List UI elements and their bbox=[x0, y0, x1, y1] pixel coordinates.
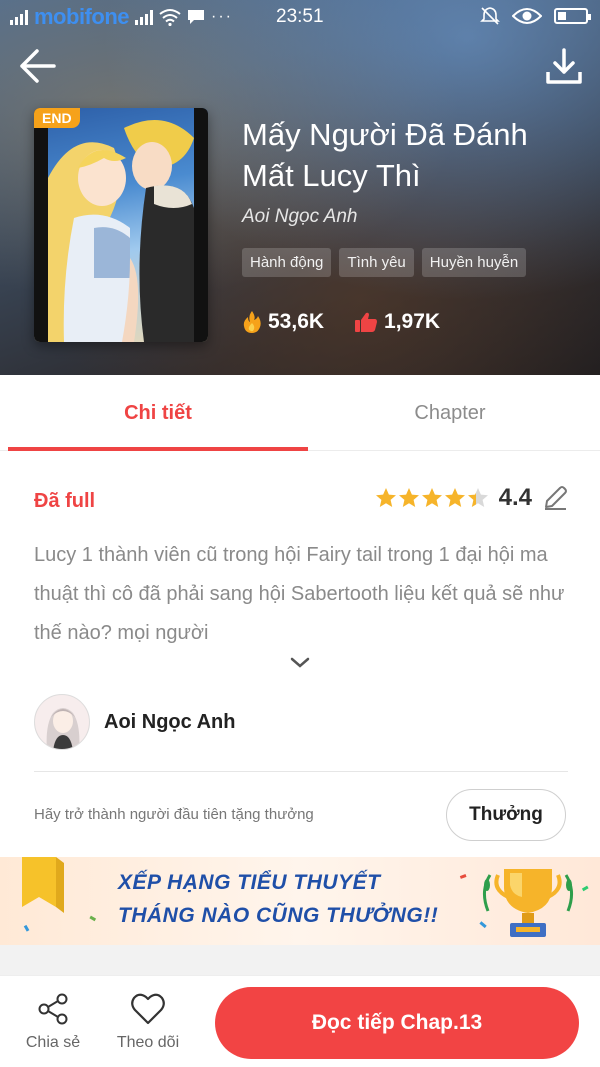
genre-tag[interactable]: Hành động bbox=[242, 248, 332, 277]
signal-icon-2 bbox=[135, 9, 153, 25]
story-author[interactable]: Aoi Ngọc Anh bbox=[242, 206, 357, 228]
reward-prompt: Hãy trở thành người đầu tiên tặng thưởng bbox=[34, 806, 314, 823]
story-stats: 53,6K 1,97K bbox=[242, 310, 440, 334]
views-stat: 53,6K bbox=[242, 310, 324, 334]
fire-icon bbox=[243, 311, 261, 333]
heart-icon bbox=[131, 993, 165, 1025]
genre-tags: Hành động Tình yêu Huyền huyễn bbox=[242, 248, 527, 277]
views-count: 53,6K bbox=[268, 310, 325, 333]
status-bar: mobifone ··· 23:51 bbox=[0, 0, 600, 34]
carrier-name: mobifone bbox=[34, 4, 130, 29]
cover-illustration bbox=[34, 108, 208, 342]
end-badge: END bbox=[34, 108, 80, 128]
story-title: Mấy Người Đã Đánh Mất Lucy Thì bbox=[242, 117, 528, 193]
rating: 4.4 bbox=[375, 484, 568, 512]
clock: 23:51 bbox=[276, 6, 324, 27]
rating-value: 4.4 bbox=[498, 484, 532, 511]
rating-stars bbox=[375, 487, 489, 509]
more-notifications: ··· bbox=[211, 8, 233, 25]
star-icon bbox=[398, 488, 419, 507]
wifi-icon bbox=[159, 9, 181, 26]
share-label: Chia sẻ bbox=[25, 1034, 81, 1051]
signal-icon bbox=[10, 9, 28, 25]
reward-button[interactable]: Thưởng bbox=[446, 789, 566, 841]
mute-icon bbox=[480, 7, 500, 25]
tab-bar: Chi tiết Chapter bbox=[0, 375, 600, 451]
tab-chapter[interactable]: Chapter bbox=[300, 375, 600, 451]
story-header: mobifone ··· 23:51 END Mấy Người Đã Đánh… bbox=[0, 0, 600, 375]
follow-button[interactable]: Theo dõi bbox=[113, 992, 183, 1052]
banner-subline: THÁNG NÀO CŨNG THƯỞNG!! bbox=[118, 904, 439, 927]
author-row[interactable]: Aoi Ngọc Anh bbox=[34, 694, 235, 750]
completion-status: Đã full bbox=[34, 490, 96, 512]
share-icon bbox=[38, 993, 68, 1025]
star-icon bbox=[421, 488, 442, 507]
tab-detail[interactable]: Chi tiết bbox=[8, 375, 308, 451]
follow-label: Theo dõi bbox=[116, 1034, 180, 1051]
message-icon bbox=[188, 10, 204, 24]
download-button[interactable] bbox=[544, 46, 584, 86]
thumbs-up-icon bbox=[355, 312, 378, 332]
continue-reading-button[interactable]: Đọc tiếp Chap.13 bbox=[215, 987, 579, 1059]
chevron-down-icon bbox=[290, 657, 310, 668]
star-icon bbox=[375, 488, 396, 507]
banner-headline: XẾP HẠNG TIỂU THUYẾT bbox=[118, 871, 381, 894]
story-cover[interactable]: END bbox=[34, 108, 208, 342]
edit-rating-icon[interactable] bbox=[542, 485, 568, 511]
genre-tag[interactable]: Huyền huyễn bbox=[421, 248, 527, 277]
star-icon bbox=[444, 488, 465, 507]
genre-tag[interactable]: Tình yêu bbox=[339, 248, 414, 277]
avatar-image bbox=[35, 695, 89, 749]
divider bbox=[34, 771, 568, 772]
section-separator bbox=[0, 945, 600, 975]
avatar bbox=[34, 694, 90, 750]
expand-description-button[interactable] bbox=[288, 655, 312, 671]
back-button[interactable] bbox=[16, 46, 60, 86]
star-icon bbox=[467, 488, 488, 507]
author-name: Aoi Ngọc Anh bbox=[104, 710, 236, 733]
trophy-icon bbox=[483, 869, 573, 937]
download-icon bbox=[546, 48, 582, 84]
share-button[interactable]: Chia sẻ bbox=[18, 992, 88, 1052]
eye-icon bbox=[512, 8, 542, 24]
story-description: Lucy 1 thành viên cũ trong hội Fairy tai… bbox=[34, 544, 565, 644]
active-tab-indicator bbox=[8, 447, 308, 451]
bottom-action-bar: Chia sẻ Theo dõi Đọc tiếp Chap.13 bbox=[0, 975, 600, 1067]
likes-stat: 1,97K bbox=[354, 310, 440, 334]
ranking-banner[interactable]: XẾP HẠNG TIỂU THUYẾT THÁNG NÀO CŨNG THƯỞ… bbox=[0, 857, 600, 945]
battery-icon bbox=[554, 8, 591, 24]
likes-count: 1,97K bbox=[384, 310, 441, 333]
arrow-left-icon bbox=[20, 49, 56, 83]
